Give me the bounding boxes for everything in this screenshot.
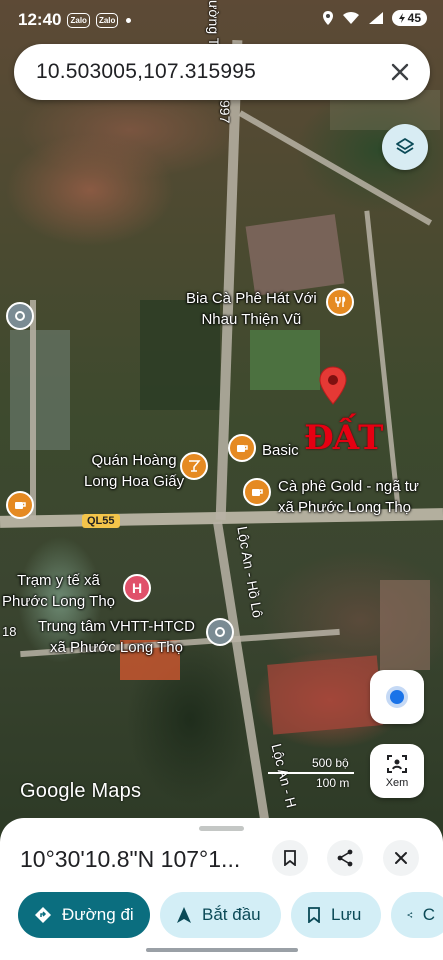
layers-icon bbox=[396, 138, 414, 154]
coordinates-title: 10°30'10.8"N 107°1... bbox=[20, 846, 241, 872]
share-button[interactable] bbox=[327, 840, 363, 876]
poi-label-ca-phe-gold[interactable]: Cà phê Gold - ngã tư xã Phước Long Thọ bbox=[278, 476, 419, 518]
place-sheet[interactable]: 10°30'10.8"N 107°1... Đường đi Bắt đầu L… bbox=[0, 818, 443, 960]
bookmark-icon bbox=[308, 907, 320, 923]
share-label: C bbox=[422, 905, 435, 924]
cafe-marker-gold-icon[interactable] bbox=[243, 478, 271, 506]
cafe-marker-basic-icon[interactable] bbox=[228, 434, 256, 462]
street-view-button[interactable]: Xem bbox=[370, 744, 424, 798]
road-label-997: 997 bbox=[217, 100, 233, 124]
location-pin-icon[interactable] bbox=[318, 366, 348, 411]
poi-marker-gray[interactable] bbox=[6, 302, 34, 330]
share-icon bbox=[337, 849, 353, 867]
directions-icon bbox=[35, 907, 51, 923]
scale-m: 100 m bbox=[316, 776, 350, 790]
poi-label-trung-tam[interactable]: Trung tâm VHTT-HTCD xã Phước Long Thọ bbox=[38, 616, 195, 658]
save-label: Lưu bbox=[331, 905, 362, 924]
road-shield-ql55: QL55 bbox=[82, 514, 120, 528]
directions-button[interactable]: Đường đi bbox=[18, 892, 150, 938]
save-button[interactable]: Lưu bbox=[291, 892, 381, 938]
hospital-marker-icon[interactable]: H bbox=[123, 574, 151, 602]
directions-label: Đường đi bbox=[62, 905, 134, 924]
wifi-icon bbox=[342, 11, 359, 24]
zalo-notif-icon: Zalo bbox=[67, 12, 90, 28]
map-scale: 500 bộ 100 m bbox=[268, 756, 358, 796]
bookmark-icon bbox=[284, 850, 296, 866]
save-bookmark-button[interactable] bbox=[272, 840, 308, 876]
map-edge-number: 18 bbox=[2, 624, 17, 639]
street-view-icon bbox=[387, 755, 407, 773]
close-sheet-button[interactable] bbox=[383, 840, 419, 876]
cafe-marker-icon[interactable] bbox=[6, 491, 34, 519]
my-location-icon bbox=[390, 690, 404, 704]
status-icons: 45 bbox=[322, 10, 427, 26]
poi-label-basic[interactable]: Basic bbox=[262, 440, 299, 461]
bar-marker-icon[interactable] bbox=[326, 288, 354, 316]
annotation-dat: ĐẤT bbox=[304, 418, 383, 458]
close-icon[interactable] bbox=[388, 60, 412, 84]
start-button[interactable]: Bắt đầu bbox=[160, 892, 281, 938]
battery-level: 45 bbox=[407, 11, 421, 25]
charging-icon bbox=[398, 13, 405, 23]
navigation-arrow-icon bbox=[177, 907, 191, 923]
road-label-loc-an: Lộc An - Hồ Lô bbox=[234, 525, 267, 619]
signal-icon bbox=[368, 12, 383, 24]
share-chip-button[interactable]: C bbox=[391, 892, 443, 938]
status-bar: 12:40 Zalo Zalo 45 bbox=[0, 0, 443, 40]
landmark-marker-icon[interactable] bbox=[206, 618, 234, 646]
my-location-button[interactable] bbox=[370, 670, 424, 724]
location-status-icon bbox=[322, 11, 333, 25]
poi-label-bia-ca-phe[interactable]: Bia Cà Phê Hát Với Nhau Thiện Vũ bbox=[186, 288, 317, 330]
battery-indicator: 45 bbox=[391, 10, 427, 26]
search-bar[interactable]: 10.503005,107.315995 bbox=[14, 44, 430, 100]
zalo-notif-icon-2: Zalo bbox=[95, 12, 119, 28]
poi-label-tram-y-te[interactable]: Trạm y tế xã Phước Long Thọ bbox=[2, 570, 115, 612]
close-icon bbox=[395, 852, 407, 864]
street-view-label: Xem bbox=[385, 777, 409, 789]
poi-label-quan-hoang[interactable]: Quán Hoàng Long Hoa Giấy bbox=[84, 450, 184, 492]
scale-ft: 500 bộ bbox=[312, 756, 349, 770]
cocktail-marker-icon[interactable] bbox=[180, 452, 208, 480]
sheet-drag-handle[interactable] bbox=[199, 826, 244, 831]
start-label: Bắt đầu bbox=[202, 905, 261, 924]
notif-dot-icon bbox=[126, 17, 132, 23]
google-maps-logo: Google Maps bbox=[20, 780, 142, 802]
search-input[interactable]: 10.503005,107.315995 bbox=[36, 60, 388, 84]
share-icon bbox=[407, 912, 413, 918]
gesture-nav-bar[interactable] bbox=[146, 948, 298, 952]
status-time: 12:40 bbox=[18, 10, 62, 29]
layers-button[interactable] bbox=[382, 124, 428, 170]
